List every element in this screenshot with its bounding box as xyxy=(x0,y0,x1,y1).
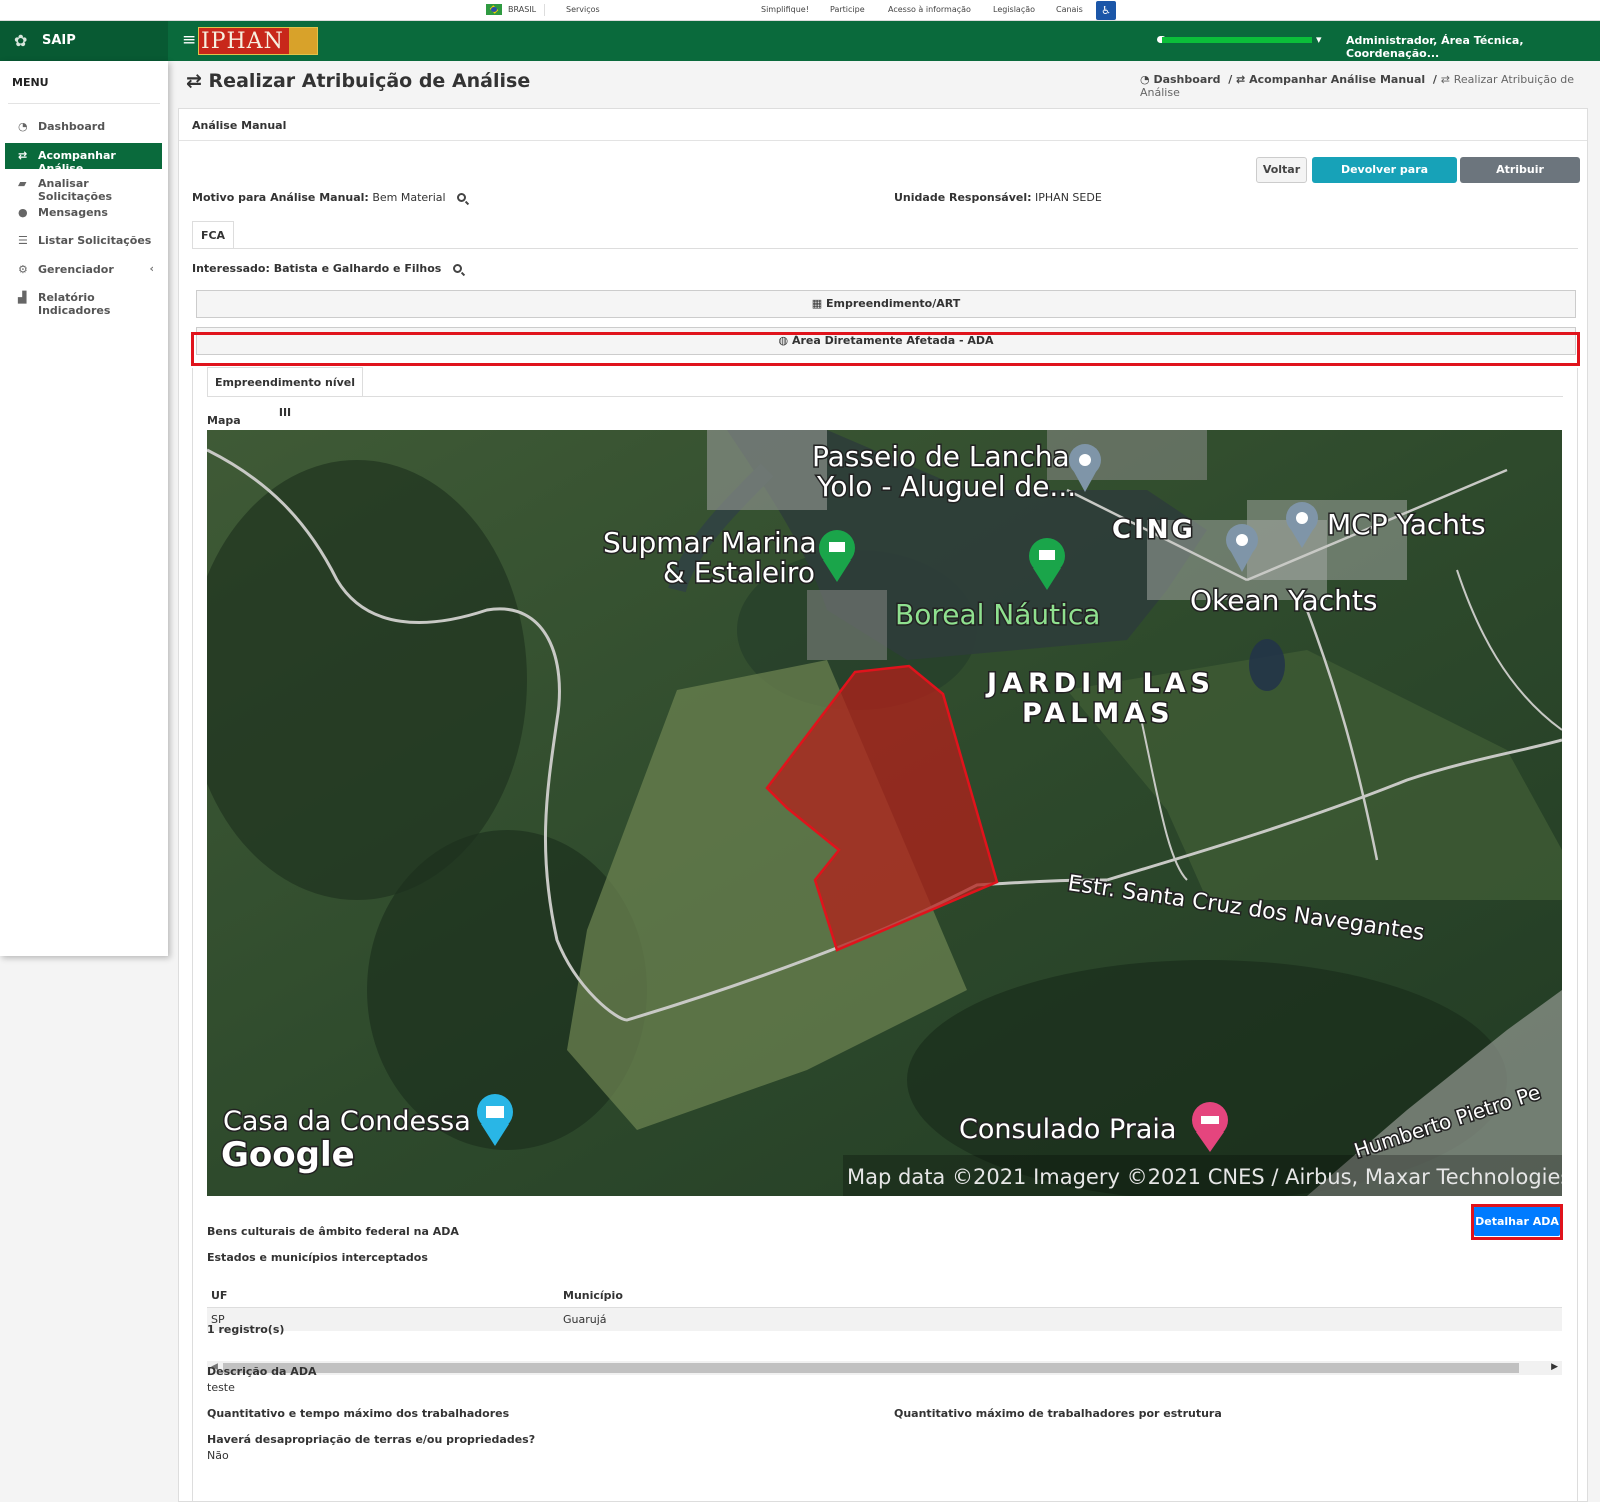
registros-count: 1 registro(s) xyxy=(207,1323,285,1336)
top-header: ✿ SAIP ≡ IPHAN ▾ Administrador, Área Téc… xyxy=(0,21,1600,61)
gov-link-canais[interactable]: Canais xyxy=(1056,5,1083,14)
exchange-icon: ⇄ xyxy=(18,149,28,162)
app-brand[interactable]: ✿ SAIP xyxy=(0,21,168,61)
map-label-condessa: Casa da Condessa xyxy=(223,1106,471,1137)
menu-title: MENU xyxy=(12,76,49,89)
map-label-boreal: Boreal Náutica xyxy=(895,598,1100,631)
book-icon: ▰ xyxy=(18,177,27,190)
user-role[interactable]: Administrador, Área Técnica, Coordenação… xyxy=(1346,34,1600,60)
table-header-municipio: Município xyxy=(559,1284,1562,1308)
unidade-field: Unidade Responsável: IPHAN SEDE xyxy=(894,191,1102,204)
sidebar-item-acompanhar-analise[interactable]: ⇄ Acompanhar Análise xyxy=(5,143,162,175)
gov-link-simplifique[interactable]: Simplifique! xyxy=(761,5,809,14)
table-header-uf: UF xyxy=(207,1284,559,1308)
map-label-consulado: Consulado Praia xyxy=(959,1114,1176,1145)
tab-empreendimento-nivel-iii[interactable]: Empreendimento nível III xyxy=(207,367,363,419)
area-chart-icon: ▟ xyxy=(18,291,27,304)
gov-bar: BRASIL Serviços Simplifique! Participe A… xyxy=(0,0,1600,21)
app-name: SAIP xyxy=(42,33,76,48)
table-cell-municipio: Guarujá xyxy=(559,1307,1562,1331)
map-label-passeio: Passeio de Lancha xyxy=(812,440,1070,473)
breadcrumb-dashboard[interactable]: Dashboard xyxy=(1153,73,1220,86)
estados-label: Estados e municípios interceptados xyxy=(207,1251,428,1264)
municipios-table: UF Município SP Guarujá xyxy=(207,1284,1562,1331)
sidebar-item-listar-solicitacoes[interactable]: ☰ Listar Solicitações xyxy=(5,228,162,254)
scroll-right-icon[interactable]: ▶ xyxy=(1551,1362,1558,1372)
satellite-map[interactable]: Passeio de Lancha Yolo - Aluguel de... C… xyxy=(207,430,1562,1196)
dashboard-icon: ◔ xyxy=(1140,73,1150,86)
chevron-left-icon: ‹ xyxy=(149,262,154,275)
map-label-supmar: Supmar Marina xyxy=(603,526,817,559)
iphan-logo: IPHAN xyxy=(198,27,318,55)
sidebar-item-gerenciador[interactable]: ⚙ Gerenciador ‹ xyxy=(5,257,162,283)
gov-link-legislacao[interactable]: Legislação xyxy=(993,5,1035,14)
bens-culturais-label: Bens culturais de âmbito federal na ADA xyxy=(207,1225,459,1238)
map-label-okean: Okean Yachts xyxy=(1190,584,1377,617)
building-icon: ▦ xyxy=(811,297,823,310)
divider xyxy=(544,4,545,16)
list-icon: ☰ xyxy=(18,234,28,247)
accordion-empreendimento-art[interactable]: ▦ Empreendimento/ART xyxy=(196,290,1576,318)
user-dropdown[interactable]: ▾ xyxy=(1162,33,1322,46)
descricao-label: Descrição da ADA xyxy=(207,1365,317,1378)
search-icon[interactable] xyxy=(457,193,467,202)
breadcrumb-acompanhar[interactable]: Acompanhar Análise Manual xyxy=(1249,73,1425,86)
map-attribution: Map data ©2021 Imagery ©2021 CNES / Airb… xyxy=(847,1165,1562,1189)
map-label: Mapa xyxy=(207,414,241,427)
ada-highlight-box xyxy=(191,332,1580,366)
detalhar-highlight-box xyxy=(1471,1204,1563,1240)
map-label-mcp: MCP Yachts xyxy=(1327,508,1486,541)
breadcrumb: ◔ Dashboard / ⇄ Acompanhar Análise Manua… xyxy=(1140,73,1575,99)
sidebar-item-dashboard[interactable]: ◔ Dashboard xyxy=(5,114,162,140)
voltar-button[interactable]: Voltar xyxy=(1256,157,1307,183)
comments-icon: ● xyxy=(18,206,28,219)
cogs-icon: ⚙ xyxy=(18,263,28,276)
dashboard-icon: ◔ xyxy=(18,120,28,133)
map-label-supmar-2: & Estaleiro xyxy=(663,556,815,589)
google-logo[interactable]: Google xyxy=(220,1134,357,1177)
brazil-flag-icon[interactable] xyxy=(486,4,502,15)
exchange-icon: ⇄ xyxy=(186,70,202,92)
quantitativo-estrutura-label: Quantitativo máximo de trabalhadores por… xyxy=(894,1407,1222,1420)
desapropriacao-value: Não xyxy=(207,1449,229,1462)
page-title: ⇄ Realizar Atribuição de Análise xyxy=(186,70,531,92)
quantitativo-tempo-label: Quantitativo e tempo máximo dos trabalha… xyxy=(207,1407,510,1420)
horizontal-scrollbar[interactable]: ◀ ▶ xyxy=(207,1361,1562,1375)
accessibility-icon[interactable]: ♿ xyxy=(1096,1,1116,20)
atribuir-solicitacao-button[interactable]: Atribuir Solicitação xyxy=(1460,157,1580,200)
saip-logo-icon: ✿ xyxy=(14,31,28,50)
redacted-username xyxy=(1162,37,1312,43)
sidebar-item-relatorio-indicadores[interactable]: ▟ Relatório Indicadores xyxy=(5,285,162,317)
search-icon[interactable] xyxy=(452,264,462,273)
map-label-cing: CING xyxy=(1112,515,1196,545)
divider xyxy=(8,103,160,104)
analise-manual-card: Análise Manual Voltar Devolver para Corr… xyxy=(178,108,1588,1502)
gov-link-acesso[interactable]: Acesso à informação xyxy=(888,5,971,14)
gov-services-link[interactable]: Serviços xyxy=(566,5,600,14)
gov-link-participe[interactable]: Participe xyxy=(830,5,865,14)
map-label-jardim: JARDIM LAS xyxy=(985,668,1215,699)
desapropriacao-label: Haverá desapropriação de terras e/ou pro… xyxy=(207,1433,536,1446)
tab-fca[interactable]: FCA xyxy=(192,221,234,249)
scrollbar-thumb[interactable] xyxy=(223,1363,1519,1373)
devolver-correcao-button[interactable]: Devolver para Correção xyxy=(1312,157,1457,200)
sidebar-item-analisar-solicitacoes[interactable]: ▰ Analisar Solicitações xyxy=(5,171,162,203)
gov-brasil-link[interactable]: BRASIL xyxy=(508,5,536,14)
map-label-jardim-2: PALMAS xyxy=(1022,698,1175,729)
map-label-passeio-2: Yolo - Aluguel de... xyxy=(816,470,1076,503)
sidebar-item-mensagens[interactable]: ● Mensagens xyxy=(5,200,162,226)
menu-toggle-icon[interactable]: ≡ xyxy=(182,30,196,50)
sidebar: MENU ◔ Dashboard ⇄ Acompanhar Análise ▰ … xyxy=(0,61,168,956)
card-header: Análise Manual xyxy=(179,109,1587,141)
divider xyxy=(192,248,1578,249)
interessado-field: Interessado: Batista e Galhardo e Filhos xyxy=(192,262,462,275)
divider xyxy=(207,396,1563,397)
descricao-value: teste xyxy=(207,1381,235,1394)
motivo-field: Motivo para Análise Manual: Bem Material xyxy=(192,191,467,204)
table-row: SP Guarujá xyxy=(207,1307,1562,1331)
